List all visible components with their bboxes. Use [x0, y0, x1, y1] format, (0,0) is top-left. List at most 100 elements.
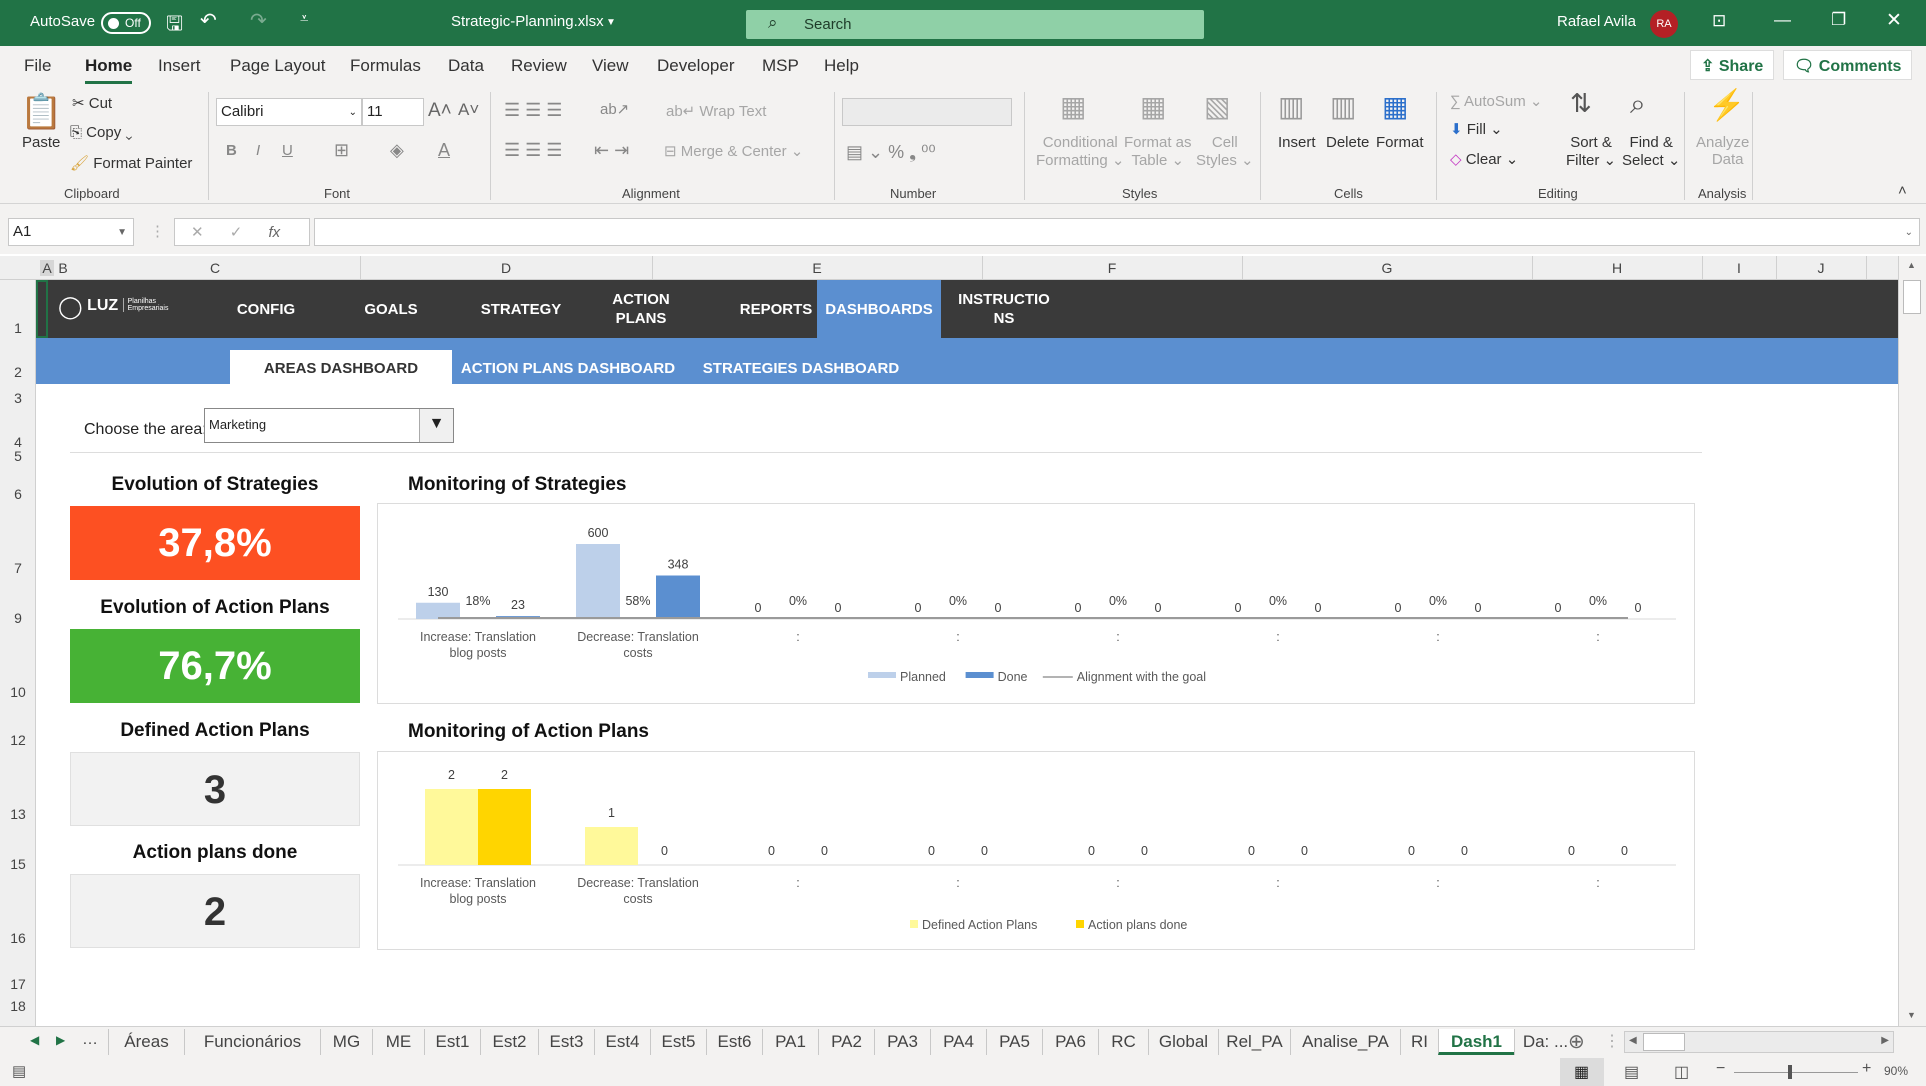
cancel-icon[interactable]: ✕ — [191, 224, 204, 241]
restore-icon[interactable]: ❐ — [1831, 10, 1846, 30]
sheet-tab[interactable]: MG — [320, 1029, 372, 1055]
zoom-slider[interactable] — [1734, 1072, 1858, 1073]
bold-icon[interactable]: B — [226, 142, 237, 159]
analyze-data-icon[interactable]: ⚡ — [1708, 88, 1745, 123]
horizontal-scrollbar[interactable]: ◀ ▶ — [1624, 1031, 1894, 1053]
copy-button[interactable]: ⎘ Copy ⌄ — [70, 124, 132, 141]
row-header[interactable]: 3 — [0, 390, 36, 406]
vertical-scrollbar[interactable]: ▲ ▼ — [1898, 256, 1926, 1026]
undo-icon[interactable]: ↶ — [200, 8, 217, 33]
ribbon-display-icon[interactable]: ⊡ — [1712, 11, 1726, 31]
selected-cell-a1[interactable] — [36, 280, 48, 338]
formula-input[interactable]: ⌄ — [314, 218, 1920, 246]
sheet-tab[interactable]: PA4 — [930, 1029, 986, 1055]
prev-sheet-icon[interactable]: ◀ — [30, 1033, 39, 1047]
nav-config[interactable]: CONFIG — [206, 280, 326, 338]
menu-formulas[interactable]: Formulas — [350, 56, 421, 76]
row-header[interactable]: 2 — [0, 364, 36, 380]
subnav-areas-dashboard[interactable]: AREAS DASHBOARD — [230, 350, 452, 384]
share-button[interactable]: ⇪ Share — [1690, 50, 1775, 80]
scroll-left-icon[interactable]: ◀ — [1629, 1035, 1637, 1046]
sheet-tab[interactable]: Est5 — [650, 1029, 706, 1055]
row-header[interactable]: 7 — [0, 560, 36, 576]
zoom-in-icon[interactable]: + — [1862, 1060, 1871, 1078]
sheet-tab[interactable]: Est4 — [594, 1029, 650, 1055]
autosave-toggle[interactable]: Off — [101, 12, 151, 34]
decrease-font-icon[interactable]: A˅ — [458, 100, 479, 120]
sheet-tab[interactable]: PA5 — [986, 1029, 1042, 1055]
column-header[interactable]: G — [1242, 260, 1532, 276]
scroll-thumb[interactable] — [1643, 1033, 1685, 1051]
sheet-tab[interactable]: Analise_PA — [1290, 1029, 1400, 1055]
conditional-formatting-button[interactable]: Conditional Formatting ⌄ — [1036, 134, 1124, 169]
paste-button[interactable]: Paste — [22, 134, 60, 151]
logo[interactable]: ◯ LUZ Planilhas Empresariais — [58, 294, 169, 320]
sheet-tab[interactable]: Global — [1148, 1029, 1218, 1055]
row-header[interactable]: 5 — [0, 448, 36, 464]
analyze-data-button[interactable]: Analyze Data — [1696, 134, 1749, 168]
font-name-select[interactable]: Calibri ⌄ — [216, 98, 362, 126]
sheet-tab[interactable]: Áreas — [108, 1029, 184, 1055]
sheet-tab[interactable]: PA3 — [874, 1029, 930, 1055]
nav-goals[interactable]: GOALS — [336, 280, 446, 338]
row-header[interactable]: 15 — [0, 856, 36, 872]
scroll-right-icon[interactable]: ▶ — [1881, 1035, 1889, 1046]
redo-icon[interactable]: ↷ — [250, 8, 267, 33]
row-header[interactable]: 13 — [0, 806, 36, 822]
cell-styles-icon[interactable]: ▧ — [1204, 90, 1230, 123]
fill-color-icon[interactable]: ◈ — [390, 140, 404, 161]
delete-button[interactable]: Delete — [1326, 134, 1369, 151]
enter-icon[interactable]: ✓ — [230, 224, 243, 241]
zoom-out-icon[interactable]: − — [1716, 1060, 1725, 1078]
format-button[interactable]: Format — [1376, 134, 1424, 151]
align-top-icon[interactable]: ☰ ☰ ☰ — [504, 100, 562, 121]
menu-review[interactable]: Review — [511, 56, 567, 76]
menu-insert[interactable]: Insert — [158, 56, 201, 76]
row-header[interactable]: 6 — [0, 486, 36, 502]
underline-icon[interactable]: U — [282, 142, 293, 159]
column-header[interactable]: H — [1532, 260, 1702, 276]
avatar[interactable]: RA — [1650, 10, 1678, 38]
dropdown-arrow-icon[interactable]: ▼ — [419, 409, 453, 442]
file-name[interactable]: Strategic-Planning.xlsx — [451, 13, 604, 30]
row-header[interactable]: 18 — [0, 998, 36, 1014]
row-header[interactable]: 10 — [0, 684, 36, 700]
row-header[interactable]: 1 — [0, 320, 36, 336]
sheet-tab[interactable]: Est1 — [424, 1029, 480, 1055]
indent-icon[interactable]: ⇤ ⇥ — [594, 140, 629, 161]
search-box[interactable]: ⌕ Search — [746, 10, 1204, 39]
sheet-tab[interactable]: ME — [372, 1029, 424, 1055]
accounting-icon[interactable]: ▤ ⌄ % ❟ ⁰⁰ — [846, 142, 936, 163]
next-sheet-icon[interactable]: ▶ — [56, 1033, 65, 1047]
menu-developer[interactable]: Developer — [657, 56, 735, 76]
font-color-icon[interactable]: A — [438, 140, 450, 161]
scroll-down-icon[interactable]: ▼ — [1907, 1010, 1916, 1020]
sheet-tab[interactable]: Funcionários — [184, 1029, 320, 1055]
number-format-select[interactable] — [842, 98, 1012, 126]
name-box[interactable]: A1 ▼ — [8, 218, 134, 246]
column-header[interactable]: D — [360, 260, 652, 276]
paste-icon[interactable]: 📋 — [20, 92, 62, 132]
column-header[interactable]: I — [1702, 260, 1776, 276]
row-header[interactable]: 17 — [0, 976, 36, 992]
insert-button[interactable]: Insert — [1278, 134, 1316, 151]
sheet-tab[interactable]: PA2 — [818, 1029, 874, 1055]
save-icon[interactable]: 🖫 — [166, 9, 183, 43]
column-header[interactable]: E — [652, 260, 982, 276]
zoom-slider-thumb[interactable] — [1788, 1065, 1792, 1079]
scroll-thumb[interactable] — [1903, 280, 1921, 314]
zoom-level[interactable]: 90% — [1884, 1064, 1908, 1078]
align-left-icon[interactable]: ☰ ☰ ☰ — [504, 140, 562, 161]
minimize-icon[interactable]: — — [1774, 10, 1791, 30]
column-header[interactable]: C — [70, 260, 360, 276]
user-name[interactable]: Rafael Avila — [1557, 13, 1636, 30]
accessibility-icon[interactable]: ▤ — [12, 1062, 26, 1080]
customize-toolbar-icon[interactable]: ⩡ — [300, 10, 308, 27]
add-sheet-icon[interactable]: ⊕ — [1568, 1029, 1585, 1054]
format-table-icon[interactable]: ▦ — [1140, 90, 1166, 123]
italic-icon[interactable]: I — [256, 142, 260, 159]
filename-dropdown-icon[interactable]: ▼ — [606, 17, 616, 28]
action-plans-chart[interactable]: 2 2 Increase: Translation blog posts 1 0 Decre… — [377, 751, 1695, 950]
row-header[interactable]: 12 — [0, 732, 36, 748]
nav-strategy[interactable]: STRATEGY — [456, 280, 586, 338]
